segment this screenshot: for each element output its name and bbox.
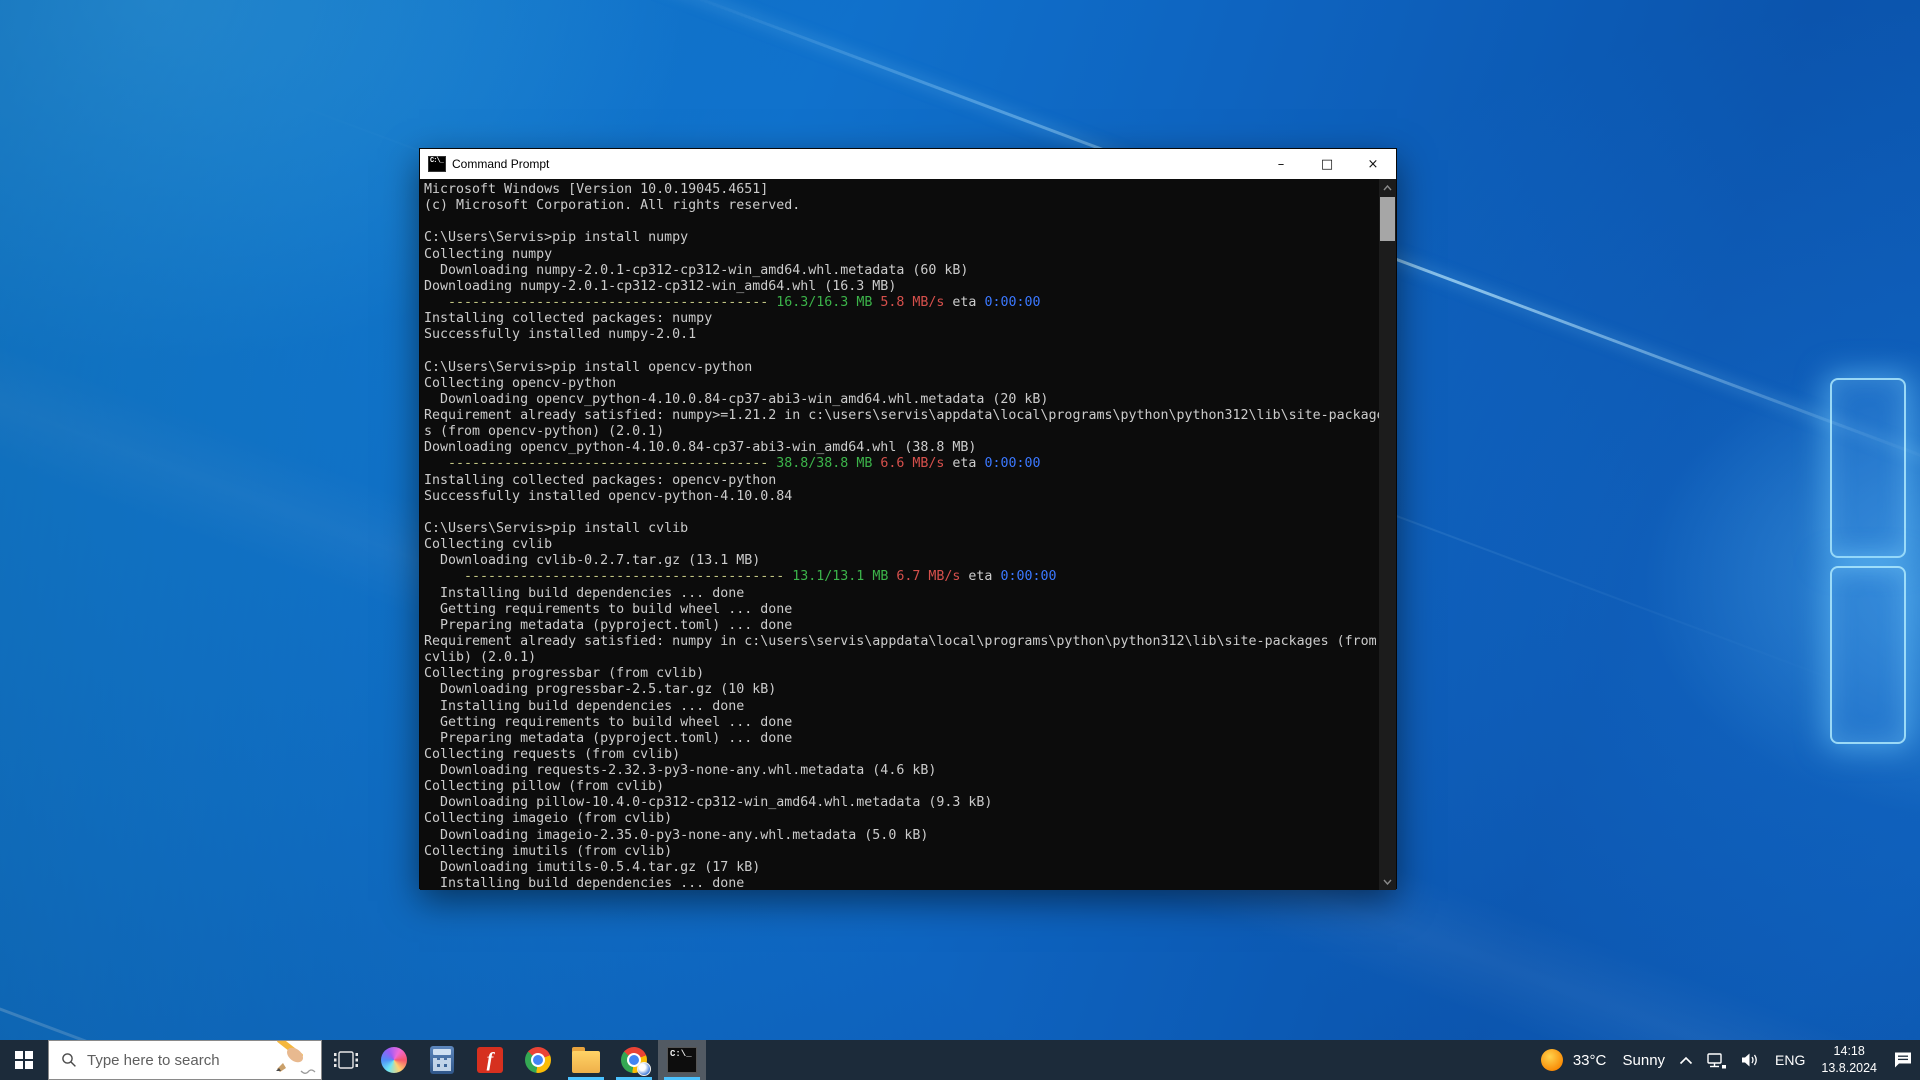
notification-icon bbox=[1895, 1052, 1911, 1068]
terminal-line: Requirement already satisfied: numpy>=1.… bbox=[424, 407, 1385, 423]
calculator-icon bbox=[430, 1046, 454, 1074]
terminal-line: Successfully installed opencv-python-4.1… bbox=[424, 488, 793, 504]
terminal-line: Downloading opencv_python-4.10.0.84-cp37… bbox=[424, 440, 977, 456]
language-label: ENG bbox=[1775, 1052, 1806, 1068]
clock[interactable]: 14:18 13.8.2024 bbox=[1812, 1043, 1886, 1077]
minimize-button[interactable]: – bbox=[1258, 149, 1304, 179]
terminal-line: ----------------------------------------… bbox=[464, 569, 1057, 585]
close-button[interactable]: × bbox=[1350, 149, 1396, 179]
terminal-line: Microsoft Windows [Version 10.0.19045.46… bbox=[424, 182, 769, 197]
clock-date: 13.8.2024 bbox=[1821, 1061, 1877, 1075]
file-explorer-button[interactable] bbox=[562, 1040, 610, 1080]
taskbar: f 33°C Sunny bbox=[0, 1040, 1920, 1080]
network-button[interactable] bbox=[1700, 1040, 1734, 1080]
weather-temperature: 33°C bbox=[1572, 1051, 1607, 1069]
language-indicator[interactable]: ENG bbox=[1768, 1040, 1812, 1080]
chrome-profile-button[interactable] bbox=[610, 1040, 658, 1080]
terminal-line: Downloading imageio-2.35.0-py3-none-any.… bbox=[424, 827, 929, 843]
terminal-area[interactable]: Microsoft Windows [Version 10.0.19045.46… bbox=[420, 179, 1396, 890]
terminal-line: Preparing metadata (pyproject.toml) ... … bbox=[424, 617, 793, 633]
terminal-line: Collecting imutils (from cvlib) bbox=[424, 843, 673, 859]
terminal-line: Installing collected packages: numpy bbox=[424, 311, 713, 327]
weather-condition: Sunny bbox=[1622, 1051, 1666, 1069]
terminal-line: Installing build dependencies ... done bbox=[424, 698, 745, 714]
windows-start-icon bbox=[15, 1051, 33, 1069]
calculator-button[interactable] bbox=[418, 1040, 466, 1080]
terminal-output: Microsoft Windows [Version 10.0.19045.46… bbox=[424, 182, 1385, 890]
terminal-line: Getting requirements to build wheel ... … bbox=[424, 601, 793, 617]
system-tray: 33°C Sunny ENG 14:18 13.8.2024 bbox=[1534, 1040, 1920, 1080]
command-prompt-taskbar-button[interactable] bbox=[658, 1040, 706, 1080]
terminal-line: Downloading numpy-2.0.1-cp312-cp312-win_… bbox=[424, 262, 969, 278]
window-titlebar[interactable]: Command Prompt – □ × bbox=[420, 149, 1396, 179]
terminal-line: s (from opencv-python) (2.0.1) bbox=[424, 424, 665, 440]
maximize-button[interactable]: □ bbox=[1304, 149, 1350, 179]
terminal-line: Downloading imutils-0.5.4.tar.gz (17 kB) bbox=[424, 859, 761, 875]
task-view-icon bbox=[334, 1051, 358, 1069]
terminal-line: Downloading pillow-10.4.0-cp312-cp312-wi… bbox=[424, 795, 993, 811]
scroll-down-icon[interactable] bbox=[1379, 874, 1396, 889]
command-prompt-window: Command Prompt – □ × Microsoft Windows [… bbox=[419, 148, 1397, 890]
terminal-line: Collecting requests (from cvlib) bbox=[424, 746, 681, 762]
terminal-line: C:\Users\Servis>pip install numpy bbox=[424, 230, 689, 246]
terminal-line: Collecting opencv-python bbox=[424, 375, 617, 391]
terminal-line: Requirement already satisfied: numpy in … bbox=[424, 633, 1377, 649]
clock-time: 14:18 bbox=[1833, 1044, 1865, 1059]
tray-expand-button[interactable] bbox=[1672, 1040, 1700, 1080]
terminal-line: Downloading progressbar-2.5.tar.gz (10 k… bbox=[424, 682, 777, 698]
terminal-line: Downloading opencv_python-4.10.0.84-cp37… bbox=[424, 391, 1049, 407]
terminal-line: Installing build dependencies ... done bbox=[424, 876, 745, 890]
profile-badge bbox=[637, 1062, 651, 1076]
search-doodle-illustration bbox=[276, 1041, 316, 1074]
copilot-icon bbox=[381, 1047, 407, 1073]
terminal-line: Collecting numpy bbox=[424, 246, 553, 262]
terminal-line: Installing build dependencies ... done bbox=[424, 585, 745, 601]
terminal-line: Preparing metadata (pyproject.toml) ... … bbox=[424, 730, 793, 746]
facebook-icon: f bbox=[477, 1047, 503, 1073]
facebook-button[interactable]: f bbox=[466, 1040, 514, 1080]
terminal-line: (c) Microsoft Corporation. All rights re… bbox=[424, 198, 801, 214]
action-center-button[interactable] bbox=[1886, 1040, 1920, 1080]
terminal-line: Downloading requests-2.32.3-py3-none-any… bbox=[424, 763, 937, 779]
terminal-line: ----------------------------------------… bbox=[448, 456, 1041, 472]
vertical-scrollbar[interactable] bbox=[1379, 179, 1396, 890]
window-title: Command Prompt bbox=[452, 157, 550, 171]
terminal-line: Installing collected packages: opencv-py… bbox=[424, 472, 777, 488]
terminal-line: Collecting cvlib bbox=[424, 537, 553, 553]
network-icon bbox=[1707, 1052, 1727, 1068]
terminal-line: Getting requirements to build wheel ... … bbox=[424, 714, 793, 730]
search-icon bbox=[62, 1053, 76, 1067]
command-prompt-icon bbox=[667, 1047, 697, 1073]
terminal-line: Downloading numpy-2.0.1-cp312-cp312-win_… bbox=[424, 278, 897, 294]
sun-icon bbox=[1540, 1049, 1563, 1071]
terminal-line: ----------------------------------------… bbox=[448, 294, 1041, 310]
terminal-line: Successfully installed numpy-2.0.1 bbox=[424, 327, 697, 343]
chevron-up-icon bbox=[1679, 1056, 1693, 1064]
terminal-line: Collecting progressbar (from cvlib) bbox=[424, 666, 705, 682]
terminal-line: Downloading cvlib-0.2.7.tar.gz (13.1 MB) bbox=[424, 553, 761, 569]
copilot-button[interactable] bbox=[370, 1040, 418, 1080]
terminal-line: Collecting pillow (from cvlib) bbox=[424, 779, 665, 795]
weather-widget[interactable]: 33°C Sunny bbox=[1534, 1040, 1672, 1080]
terminal-line: C:\Users\Servis>pip install opencv-pytho… bbox=[424, 359, 753, 375]
chrome-icon bbox=[525, 1047, 551, 1073]
terminal-line: cvlib) (2.0.1) bbox=[424, 650, 537, 666]
cmd-icon bbox=[428, 156, 446, 172]
terminal-line: Collecting imageio (from cvlib) bbox=[424, 811, 673, 827]
task-view-button[interactable] bbox=[322, 1040, 370, 1080]
terminal-line: C:\Users\Servis>pip install cvlib bbox=[424, 520, 689, 536]
scroll-up-icon[interactable] bbox=[1379, 180, 1396, 195]
start-button[interactable] bbox=[0, 1040, 48, 1080]
taskbar-search[interactable] bbox=[48, 1040, 322, 1080]
scrollbar-thumb[interactable] bbox=[1380, 197, 1395, 241]
search-input[interactable] bbox=[85, 1050, 257, 1070]
folder-icon bbox=[572, 1046, 600, 1073]
chrome-button[interactable] bbox=[514, 1040, 562, 1080]
speaker-icon bbox=[1742, 1053, 1757, 1067]
volume-button[interactable] bbox=[1734, 1040, 1768, 1080]
